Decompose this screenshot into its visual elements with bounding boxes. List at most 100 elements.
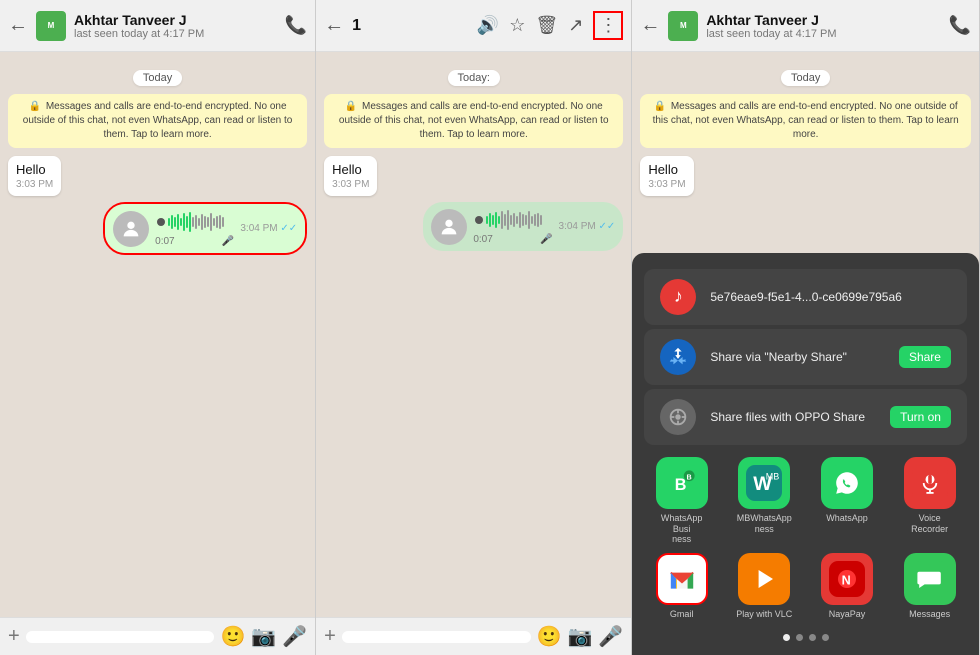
app-gmail[interactable]: Gmail <box>644 553 719 620</box>
bottom-bar-2: + 🙂 📷 🎤 <box>316 617 631 655</box>
panel3-header: ← M Akhtar Tanveer J last seen today at … <box>632 0 979 52</box>
msg-hello-1: Hello 3:03 PM <box>8 156 307 196</box>
voice-bubble-selected: 0:07 🎤 3:04 PM ✓✓ <box>423 202 623 251</box>
camera-icon-1[interactable]: 📷 <box>251 624 276 649</box>
app-mb-whatsapp[interactable]: W MB MBWhatsApp ness <box>727 457 802 545</box>
contact-name-1: Akhtar Tanveer J <box>74 12 277 28</box>
app-whatsapp[interactable]: WhatsApp <box>810 457 885 545</box>
voice-time-wrapper-2: 3:04 PM ✓✓ <box>559 221 616 232</box>
dot-1[interactable] <box>783 634 790 641</box>
app-icon-wa-biz: B B <box>656 457 708 509</box>
panel2-icons: 🔊 ☆ 🗑 ↗ ⋮ <box>477 11 624 40</box>
app-label-voice-rec: Voice Recorder <box>900 513 960 535</box>
system-msg-3: 🔒 Messages and calls are end-to-end encr… <box>640 94 971 148</box>
chat-input-2[interactable] <box>342 631 531 643</box>
app-whatsapp-biz[interactable]: B B WhatsApp Business <box>644 457 719 545</box>
back-button-1[interactable]: ← <box>8 14 28 37</box>
back-button-3[interactable]: ← <box>640 14 660 37</box>
music-icon: ♪ <box>674 286 683 307</box>
date-label-1: Today <box>8 68 307 86</box>
nearby-share-icon <box>660 339 696 375</box>
bubble-hello-1: Hello 3:03 PM <box>8 156 61 196</box>
back-button-2[interactable]: ← <box>324 14 344 37</box>
svg-text:MB: MB <box>766 471 780 481</box>
sticker-icon-1[interactable]: 🙂 <box>220 624 245 649</box>
contact-name-3: Akhtar Tanveer J <box>706 12 940 28</box>
voice-bubble-1: 0:07 🎤 3:04 PM ✓✓ <box>105 204 305 253</box>
bottom-bar-1: + 🙂 📷 🎤 <box>0 617 315 655</box>
plus-icon-1[interactable]: + <box>8 625 20 648</box>
filename-text: 5e76eae9-f5e1-4...0-ce0699e795a6 <box>710 290 951 304</box>
file-icon: ♪ <box>660 279 696 315</box>
app-icon-messages <box>904 553 956 605</box>
app-messages[interactable]: Messages <box>892 553 967 620</box>
msg-voice-1: 0:07 🎤 3:04 PM ✓✓ <box>8 202 307 255</box>
share-sheet: ♪ 5e76eae9-f5e1-4...0-ce0699e795a6 Share… <box>632 253 979 655</box>
oppo-share-item[interactable]: Share files with OPPO Share Turn on <box>644 389 967 445</box>
more-icon[interactable]: ⋮ <box>593 11 623 40</box>
svg-text:B: B <box>674 476 686 494</box>
voice-meta-1: 0:07 🎤 <box>155 236 234 247</box>
voice-content-2: 0:07 🎤 <box>473 208 552 245</box>
system-msg-2: 🔒 Messages and calls are end-to-end encr… <box>324 94 623 148</box>
header-info-1: Akhtar Tanveer J last seen today at 4:17… <box>74 12 277 40</box>
app-label-wa: WhatsApp <box>826 513 868 524</box>
nearby-share-btn[interactable]: Share <box>899 346 951 368</box>
contact-avatar-3: M <box>668 11 698 41</box>
header-info-3: Akhtar Tanveer J last seen today at 4:17… <box>706 12 940 40</box>
bubble-text-1: Hello <box>16 162 53 177</box>
bubble-hello-3: Hello 3:03 PM <box>640 156 693 196</box>
dot-4[interactable] <box>822 634 829 641</box>
nearby-share-item[interactable]: Share via "Nearby Share" Share <box>644 329 967 385</box>
bubble-time-3: 3:03 PM <box>648 179 685 190</box>
voice-duration-1: 0:07 <box>155 236 174 247</box>
sticker-icon-2[interactable]: 🙂 <box>537 624 562 649</box>
oppo-share-icon <box>660 399 696 435</box>
voice-time-1: 3:04 PM ✓✓ <box>240 223 297 234</box>
contact-avatar-1: M <box>36 11 66 41</box>
app-icon-mb-wa: W MB <box>738 457 790 509</box>
call-icon-3[interactable]: 📞 <box>949 15 971 36</box>
mic-icon-bottom-2[interactable]: 🎤 <box>598 624 623 649</box>
star-icon[interactable]: ☆ <box>509 15 525 36</box>
app-icon-gmail <box>656 553 708 605</box>
oppo-share-btn[interactable]: Turn on <box>890 406 951 428</box>
chat-area-2: Today: 🔒 Messages and calls are end-to-e… <box>316 52 631 617</box>
forward-icon[interactable]: ↗ <box>568 15 583 36</box>
voice-time-wrapper-1: 3:04 PM ✓✓ <box>240 223 297 234</box>
bubble-text-3: Hello <box>648 162 685 177</box>
panel-3: ← M Akhtar Tanveer J last seen today at … <box>632 0 980 655</box>
system-msg-1: 🔒 Messages and calls are end-to-end encr… <box>8 94 307 148</box>
chat-area-1: Today 🔒 Messages and calls are end-to-en… <box>0 52 315 617</box>
speaker-icon[interactable]: 🔊 <box>477 15 499 36</box>
app-nayapay[interactable]: N NayaPay <box>810 553 885 620</box>
app-label-nayapay: NayaPay <box>829 609 866 620</box>
camera-icon-2[interactable]: 📷 <box>568 624 593 649</box>
voice-meta-2: 0:07 🎤 <box>473 234 552 245</box>
app-label-messages: Messages <box>909 609 950 620</box>
call-icon-1[interactable]: 📞 <box>285 15 307 36</box>
app-icon-vlc <box>738 553 790 605</box>
mic-icon-2: 🎤 <box>540 234 552 245</box>
plus-icon-2[interactable]: + <box>324 625 336 648</box>
dot-2[interactable] <box>796 634 803 641</box>
app-voice-recorder[interactable]: Voice Recorder <box>892 457 967 545</box>
msg-hello-3: Hello 3:03 PM <box>640 156 971 196</box>
share-file-item: ♪ 5e76eae9-f5e1-4...0-ce0699e795a6 <box>644 269 967 325</box>
share-apps-grid: B B WhatsApp Business W MB MBWhatsApp ne… <box>632 449 979 628</box>
dot-3[interactable] <box>809 634 816 641</box>
trash-icon[interactable]: 🗑 <box>535 15 558 36</box>
chat-input-1[interactable] <box>26 631 215 643</box>
voice-content-1: 0:07 🎤 <box>155 210 234 247</box>
waveform-1 <box>155 210 234 234</box>
mic-icon-bottom-1[interactable]: 🎤 <box>282 624 307 649</box>
app-icon-nayapay: N <box>821 553 873 605</box>
app-label-vlc: Play with VLC <box>736 609 792 620</box>
app-label-wa-biz: WhatsApp Business <box>652 513 712 545</box>
contact-status-3: last seen today at 4:17 PM <box>706 28 940 40</box>
app-vlc[interactable]: Play with VLC <box>727 553 802 620</box>
voice-duration-2: 0:07 <box>473 234 492 245</box>
contact-status-1: last seen today at 4:17 PM <box>74 28 277 40</box>
voice-time-2: 3:04 PM ✓✓ <box>559 221 616 232</box>
share-dots <box>632 628 979 647</box>
